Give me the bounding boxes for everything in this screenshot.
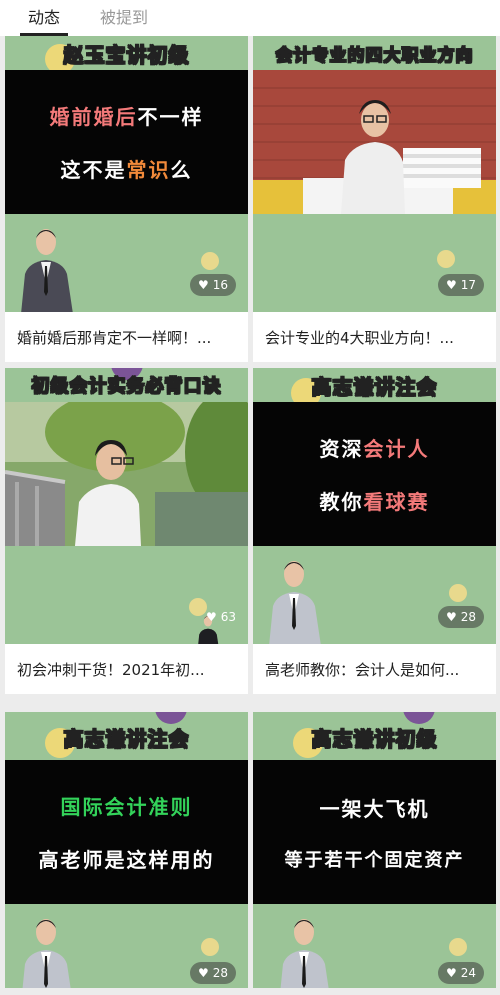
- video-text-panel: 国际会计准则 高老师是这样用的: [5, 760, 248, 904]
- video-card[interactable]: 高志谦讲注会 国际会计准则 高老师是这样用的 ♥ 28: [5, 712, 248, 988]
- presenter-figure: [21, 229, 73, 312]
- video-caption: 会计专业的4大职业方向！...: [265, 328, 454, 347]
- panel-line-2: 等于若干个固定资产: [284, 849, 465, 871]
- like-count-badge: ♥ 28: [437, 606, 484, 628]
- video-card[interactable]: 初级会计实务必背口诀 ♥ 63 初会冲刺干货！2021年初...: [5, 368, 248, 694]
- panel-line-2: 教你看球赛: [319, 490, 430, 514]
- video-series-title: 高志谦讲初级: [311, 726, 438, 751]
- tab-dynamics[interactable]: 动态: [19, 4, 69, 36]
- video-thumbnail: 高志谦讲注会 国际会计准则 高老师是这样用的 ♥ 28: [5, 712, 248, 988]
- like-count-badge: ♥ 17: [437, 274, 484, 296]
- tab-bar: 动态 被提到: [0, 0, 500, 36]
- video-card[interactable]: 高志谦讲初级 一架大飞机 等于若干个固定资产 ♥ 24: [253, 712, 496, 988]
- tab-mentioned[interactable]: 被提到: [100, 4, 148, 36]
- video-card[interactable]: 高志谦讲注会 资深会计人 教你看球赛 ♥ 28 高老师教你：会计人是如何...: [253, 368, 496, 694]
- video-photo: [253, 70, 496, 214]
- video-thumbnail: 高志谦讲注会 资深会计人 教你看球赛 ♥ 28: [253, 368, 496, 644]
- decor-dot: [201, 938, 219, 956]
- video-photo: [5, 402, 248, 546]
- video-text-panel: 婚前婚后不一样 这不是常识么: [5, 70, 248, 214]
- video-card[interactable]: 会计专业的四大职业方向 ♥ 17 会计专业的4大职业方向！...: [253, 36, 496, 362]
- panel-line-1: 国际会计准则: [60, 795, 193, 819]
- panel-line-1: 一架大飞机: [319, 796, 430, 821]
- heart-icon: ♥: [197, 966, 209, 980]
- presenter-figure: [22, 919, 71, 988]
- video-thumbnail: 高志谦讲初级 一架大飞机 等于若干个固定资产 ♥ 24: [253, 712, 496, 988]
- like-count-badge: ♥ 24: [437, 962, 484, 984]
- video-series-title: 高志谦讲注会: [311, 374, 438, 399]
- video-grid: 赵玉宝讲初级 婚前婚后不一样 这不是常识么 ♥ 16 婚前婚后那肯定不一样啊！.…: [0, 36, 500, 995]
- panel-line-1: 资深会计人: [319, 437, 430, 461]
- heart-icon: ♥: [445, 966, 457, 980]
- video-caption: 高老师教你：会计人是如何...: [265, 660, 460, 679]
- decor-dot: [437, 250, 455, 268]
- like-count-badge: ♥ 28: [189, 962, 236, 984]
- video-series-title: 赵玉宝讲初级: [63, 42, 190, 67]
- heart-icon: ♥: [205, 610, 217, 624]
- video-card[interactable]: 赵玉宝讲初级 婚前婚后不一样 这不是常识么 ♥ 16 婚前婚后那肯定不一样啊！.…: [5, 36, 248, 362]
- decor-dot: [201, 252, 219, 270]
- like-count-badge: ♥ 63: [205, 610, 236, 624]
- panel-line-1: 婚前婚后不一样: [49, 105, 204, 129]
- video-series-title: 会计专业的四大职业方向: [275, 45, 474, 66]
- presenter-figure: [280, 919, 329, 988]
- video-series-title: 初级会计实务必背口诀: [31, 376, 222, 398]
- video-caption: 婚前婚后那肯定不一样啊！...: [17, 328, 212, 347]
- heart-icon: ♥: [197, 278, 209, 292]
- video-thumbnail: 初级会计实务必背口诀 ♥ 63: [5, 368, 248, 644]
- like-count-badge: ♥ 16: [189, 274, 236, 296]
- video-series-title: 高志谦讲注会: [63, 726, 190, 751]
- video-text-panel: 资深会计人 教你看球赛: [253, 402, 496, 546]
- video-thumbnail: 会计专业的四大职业方向 ♥ 17: [253, 36, 496, 312]
- heart-icon: ♥: [445, 610, 457, 624]
- heart-icon: ♥: [445, 278, 457, 292]
- decor-dot: [449, 938, 467, 956]
- video-thumbnail: 赵玉宝讲初级 婚前婚后不一样 这不是常识么 ♥ 16: [5, 36, 248, 312]
- panel-line-2: 这不是常识么: [60, 158, 193, 182]
- decor-dot: [449, 584, 467, 602]
- video-text-panel: 一架大飞机 等于若干个固定资产: [253, 760, 496, 904]
- video-caption: 初会冲刺干货！2021年初...: [17, 660, 205, 679]
- panel-line-2: 高老师是这样用的: [38, 848, 215, 872]
- presenter-figure: [269, 561, 321, 644]
